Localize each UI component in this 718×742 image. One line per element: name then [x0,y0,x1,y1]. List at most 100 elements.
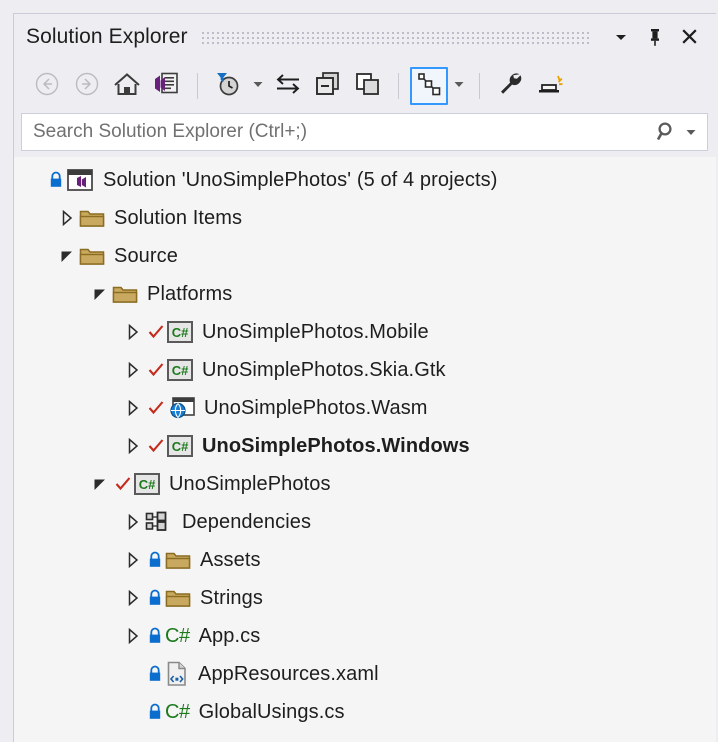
tree-node-globalusings-cs[interactable]: C# GlobalUsings.cs [14,693,716,731]
tree-node-solution-items[interactable]: Solution Items [14,199,716,237]
search-input[interactable] [33,121,651,143]
startup-check-icon [145,313,167,351]
tree-expander-collapsed-icon[interactable] [55,199,79,237]
tree-node-unosimplephotos[interactable]: C# UnoSimplePhotos [14,465,716,503]
caret-down-icon [252,77,264,95]
tree-node-platforms[interactable]: Platforms [14,275,716,313]
search-row [14,113,716,157]
sparkle-bar-icon [535,70,565,103]
solution-node[interactable]: Solution 'UnoSimplePhotos' (5 of 4 proje… [14,161,716,199]
tree-node-app-cs[interactable]: C# App.cs [14,617,716,655]
tree-node-label: Solution Items [114,206,243,229]
close-icon [680,27,699,46]
collapse-all-button[interactable] [309,67,347,105]
tree-expander-expanded-icon[interactable] [55,237,79,275]
tree-node-label: App.cs [198,624,261,647]
lock-icon [145,541,165,579]
toolbar-separator [479,73,480,99]
startup-check-icon [145,389,167,427]
back-button[interactable] [28,67,66,105]
search-options-dropdown[interactable] [683,126,701,138]
pin-icon [646,27,664,47]
close-button[interactable] [672,19,706,55]
view-class-diagram-dropdown[interactable] [450,67,468,105]
vs-document-icon [152,70,182,103]
tree-expander-expanded-icon[interactable] [88,465,112,503]
pin-button[interactable] [638,19,672,55]
tree-expander-collapsed-icon[interactable] [121,617,145,655]
window-menu-dropdown[interactable] [604,19,638,55]
toolbar-separator [398,73,399,99]
tree-node-assets[interactable]: Assets [14,541,716,579]
tree-expander-placeholder [121,693,145,731]
pending-changes-filter-button[interactable] [209,67,247,105]
tree-expander-placeholder [22,161,46,199]
dark-mode-button[interactable] [531,67,569,105]
solution-tree: Solution 'UnoSimplePhotos' (5 of 4 proje… [14,157,716,742]
lock-icon [145,617,165,655]
dependencies-icon [145,503,173,541]
show-all-files-icon [353,70,383,103]
show-all-files-button[interactable] [349,67,387,105]
lock-icon [46,161,66,199]
tree-node-source[interactable]: Source [14,237,716,275]
drag-grip[interactable] [201,28,590,45]
tree-node-appresources-xaml[interactable]: AppResources.xaml [14,655,716,693]
clock-filter-icon [213,69,243,104]
sync-with-active-document-button[interactable] [269,67,307,105]
csharp-file-icon: C# [165,624,190,647]
tree-expander-collapsed-icon[interactable] [121,541,145,579]
tree-node-label: Strings [200,586,263,609]
lock-icon [145,693,165,731]
tree-node-label: UnoSimplePhotos.Wasm [204,396,428,419]
tree-expander-collapsed-icon[interactable] [121,579,145,617]
csharp-file-icon: C# [165,700,190,723]
forward-button[interactable] [68,67,106,105]
node-graph-icon [416,71,442,102]
pending-changes-filter-dropdown[interactable] [249,67,267,105]
startup-check-icon [112,465,134,503]
search-box[interactable] [21,113,708,151]
tree-expander-collapsed-icon[interactable] [121,313,145,351]
tree-expander-expanded-icon[interactable] [88,275,112,313]
tree-node-unosimplephotos-windows[interactable]: C# UnoSimplePhotos.Windows [14,427,716,465]
tree-node-unosimplephotos-skia-gtk[interactable]: C# UnoSimplePhotos.Skia.Gtk [14,351,716,389]
pending-changes-button[interactable] [148,67,186,105]
search-icon[interactable] [651,120,683,144]
wasm-project-icon [167,389,195,427]
arrow-left-circle-icon [33,70,61,103]
tree-node-unosimplephotos-mobile[interactable]: C# UnoSimplePhotos.Mobile [14,313,716,351]
caret-down-icon [453,77,465,95]
tree-node-label: Dependencies [182,510,312,533]
tree-expander-collapsed-icon[interactable] [121,389,145,427]
csharp-project-icon: C# [167,351,193,389]
xaml-file-icon [165,655,189,693]
properties-button[interactable] [491,67,529,105]
tree-node-label: GlobalUsings.cs [198,700,345,723]
tree-node-label: Assets [200,548,261,571]
tree-expander-collapsed-icon[interactable] [121,351,145,389]
tree-expander-collapsed-icon[interactable] [121,503,145,541]
folder-icon [112,275,138,313]
folder-icon [165,579,191,617]
arrow-right-circle-icon [73,70,101,103]
tree-node-strings[interactable]: Strings [14,579,716,617]
lock-icon [145,655,165,693]
tree-node-unosimplephotos-wasm[interactable]: UnoSimplePhotos.Wasm [14,389,716,427]
tree-node-label: Platforms [147,282,233,305]
tree-node-label: UnoSimplePhotos.Windows [202,434,470,457]
wrench-icon [496,70,524,103]
collapse-all-icon [313,70,343,103]
tree-expander-collapsed-icon[interactable] [121,427,145,465]
tree-node-label: UnoSimplePhotos [169,472,331,495]
startup-check-icon [145,351,167,389]
tree-node-dependencies[interactable]: Dependencies [14,503,716,541]
view-class-diagram-button[interactable] [410,67,448,105]
tree-node-label: UnoSimplePhotos.Skia.Gtk [202,358,446,381]
tree-node-label: UnoSimplePhotos.Mobile [202,320,429,343]
page-title: Solution Explorer [26,24,188,48]
csharp-project-icon: C# [134,465,160,503]
home-button[interactable] [108,67,146,105]
solution-explorer-panel: Solution Explorer Search Solution Explor… [13,13,716,742]
startup-check-icon [145,427,167,465]
